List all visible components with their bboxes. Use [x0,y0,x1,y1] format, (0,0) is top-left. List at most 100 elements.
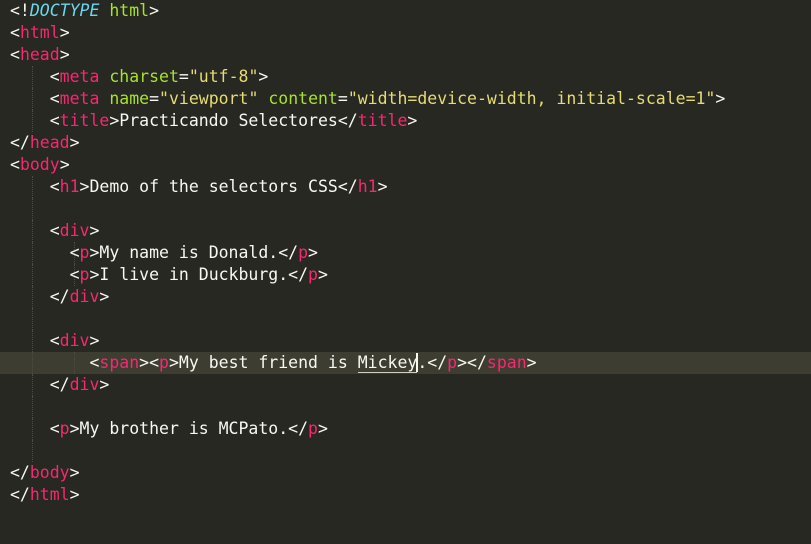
indent-guide [31,396,33,418]
code-line[interactable]: <p>My name is Donald.</p> [0,242,811,264]
code-token: p [447,353,458,372]
code-token: >< [139,353,160,372]
code-line[interactable] [0,308,811,330]
code-token: > [89,221,100,240]
code-line-content: <h1>Demo of the selectors CSS</h1> [10,176,388,198]
code-token: > [317,419,328,438]
indent-guide [31,308,33,330]
code-token: head [19,45,60,64]
code-token: > [317,265,328,284]
code-line-content: <p>My name is Donald.</p> [10,242,318,264]
code-token: < [10,221,60,240]
code-token: < [10,45,20,64]
code-token: > [258,67,269,86]
code-token: My name is Donald. [99,243,279,262]
code-token: html [29,485,70,504]
code-token: > [69,419,80,438]
code-line-content: <head> [10,44,70,66]
code-token: div [59,221,90,240]
code-token: > [89,243,100,262]
code-token: title [357,111,408,130]
code-line-content: </div> [10,374,110,396]
code-token: Demo of the selectors CSS [89,177,338,196]
indent-guide [31,198,33,220]
code-token: < [10,67,60,86]
code-token: > [308,243,318,262]
code-token: p [159,353,169,372]
code-token: < [10,243,80,262]
code-line[interactable]: </div> [0,286,811,308]
indent-guide [31,440,33,462]
code-line[interactable]: <div> [0,220,811,242]
code-token: </ [10,133,30,152]
code-line-content: </html> [10,484,80,506]
code-token: name [109,89,150,108]
code-line-content: <meta name="viewport" content="width=dev… [10,88,726,110]
code-token: "viewport" [159,89,259,108]
code-line[interactable]: <div> [0,330,811,352]
code-token: p [79,243,90,262]
code-token: charset [109,67,179,86]
code-token: > [69,133,80,152]
code-token: = [149,89,160,108]
code-line[interactable]: <h1>Demo of the selectors CSS</h1> [0,176,811,198]
code-line[interactable]: <span><p>My best friend is Mickey.</p></… [0,352,811,374]
code-line[interactable]: <body> [0,154,811,176]
code-token: </ [288,265,309,284]
code-line-content: <title>Practicando Selectores</title> [10,110,418,132]
code-token: </ [10,463,30,482]
code-token: html [109,1,150,20]
code-token: < [10,331,60,350]
code-line[interactable] [0,198,811,220]
code-editor[interactable]: <!DOCTYPE html> <html> <head> <meta charse… [0,0,811,544]
code-token: > [715,89,726,108]
code-line[interactable]: <meta name="viewport" content="width=dev… [0,88,811,110]
code-token: I live in Duckburg. [99,265,289,284]
code-token: h1 [59,177,80,196]
code-token: <! [10,1,30,20]
code-line[interactable]: <title>Practicando Selectores</title> [0,110,811,132]
code-token: title [59,111,110,130]
code-token: Practicando Selectores [119,111,338,130]
code-line-content: <div> [10,330,100,352]
code-line[interactable] [0,396,811,418]
code-token: p [298,243,309,262]
code-token: > [109,111,120,130]
code-token: span [99,353,140,372]
code-line[interactable]: </html> [0,484,811,506]
code-token: > [89,331,100,350]
code-line[interactable]: </div> [0,374,811,396]
code-token: html [19,23,60,42]
code-line[interactable]: <!DOCTYPE html> [0,0,811,22]
code-token: content [268,89,338,108]
code-line-content: </body> [10,462,80,484]
code-token: </ [337,111,358,130]
code-token: > [526,353,537,372]
code-line[interactable]: </body> [0,462,811,484]
code-token: </ [288,419,309,438]
code-token: > [69,463,80,482]
code-token: > [69,485,80,504]
code-line[interactable]: <html> [0,22,811,44]
code-line-content: <span><p>My best friend is Mickey.</p></… [10,352,537,374]
code-token: < [10,177,60,196]
code-line[interactable]: <meta charset="utf-8"> [0,66,811,88]
code-line[interactable]: </head> [0,132,811,154]
code-token: < [10,353,100,372]
code-line[interactable]: <p>My brother is MCPato.</p> [0,418,811,440]
code-line-content: </head> [10,132,80,154]
code-line[interactable]: <p>I live in Duckburg.</p> [0,264,811,286]
code-token: head [29,133,70,152]
highlighted-word: Mickey [357,353,418,373]
code-token: = [178,67,189,86]
code-token: . [417,353,428,372]
code-line[interactable]: <head> [0,44,811,66]
code-line-content: <p>My brother is MCPato.</p> [10,418,328,440]
code-line-content: <meta charset="utf-8"> [10,66,269,88]
code-token: > [99,375,110,394]
code-token: < [10,89,60,108]
code-line-content: <div> [10,220,100,242]
code-line[interactable] [0,440,811,462]
